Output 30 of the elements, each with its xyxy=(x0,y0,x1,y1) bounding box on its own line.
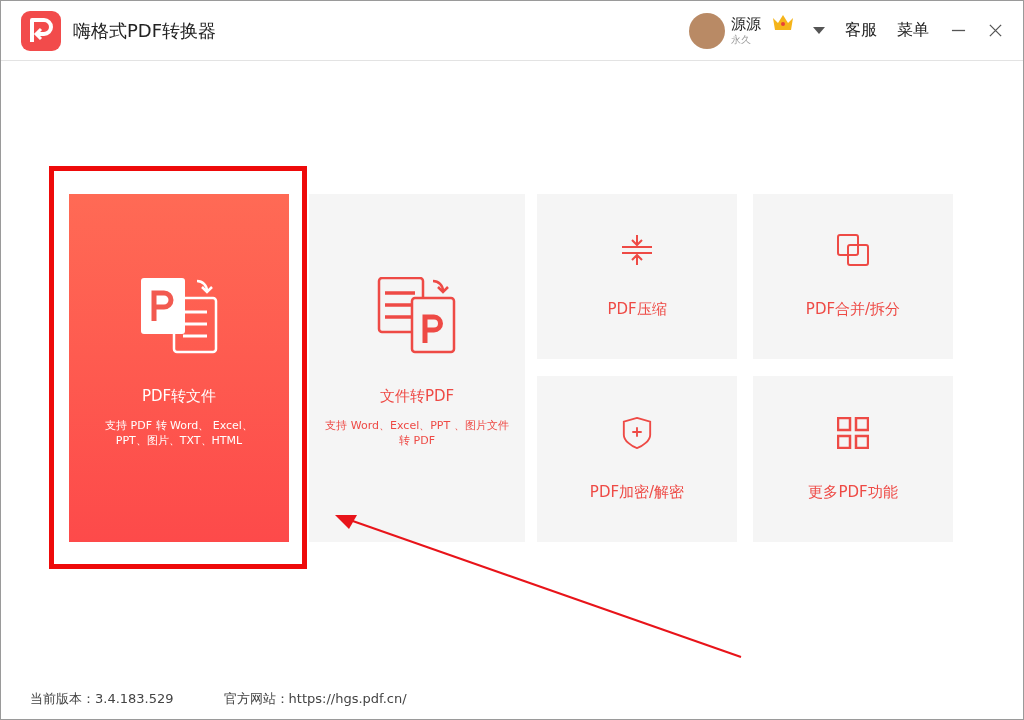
caret-icon[interactable] xyxy=(813,26,825,35)
close-icon[interactable] xyxy=(988,23,1003,38)
card-description: 支持 PDF 转 Word、 Excel、PPT、图片、TXT、HTML xyxy=(104,417,254,448)
overlapping-squares-icon xyxy=(837,234,869,266)
card-title: PDF转文件 xyxy=(141,386,217,406)
header-link[interactable]: 客服 xyxy=(845,20,877,41)
user-name: 源源 xyxy=(731,14,761,33)
feature-card[interactable]: PDF加密/解密 xyxy=(537,376,737,542)
membership-label: 永久 xyxy=(731,32,752,47)
crown-icon xyxy=(771,13,795,31)
grid-icon xyxy=(837,416,869,449)
card-title: 更多PDF功能 xyxy=(808,482,898,502)
feature-card[interactable]: PDF合并/拆分 xyxy=(753,194,953,359)
app-logo-icon xyxy=(21,10,61,51)
feature-card[interactable]: 更多PDF功能 xyxy=(753,376,953,542)
compress-icon xyxy=(621,234,653,266)
card-title: 文件转PDF xyxy=(379,386,455,406)
window-title: 嗨格式PDF转换器 xyxy=(73,18,217,43)
website-text: 官方网站：https://hgs.pdf.cn/ xyxy=(223,690,407,708)
card-title: PDF加密/解密 xyxy=(589,482,685,502)
card-title: PDF合并/拆分 xyxy=(805,300,901,319)
header-link[interactable]: 菜单 xyxy=(897,20,929,41)
shield-icon xyxy=(621,416,653,449)
card-title: PDF压缩 xyxy=(607,300,667,319)
version-text: 当前版本：3.4.183.529 xyxy=(30,690,174,708)
feature-card[interactable]: PDF压缩 xyxy=(537,194,737,359)
card-description: 支持 Word、Excel、PPT 、图片文件转 PDF xyxy=(324,417,510,448)
avatar[interactable] xyxy=(689,12,725,49)
feature-card[interactable]: PDF转文件 支持 PDF 转 Word、 Excel、PPT、图片、TXT、HTML xyxy=(69,194,289,542)
feature-card[interactable]: 文件转PDF 支持 Word、Excel、PPT 、图片文件转 PDF xyxy=(309,194,525,542)
